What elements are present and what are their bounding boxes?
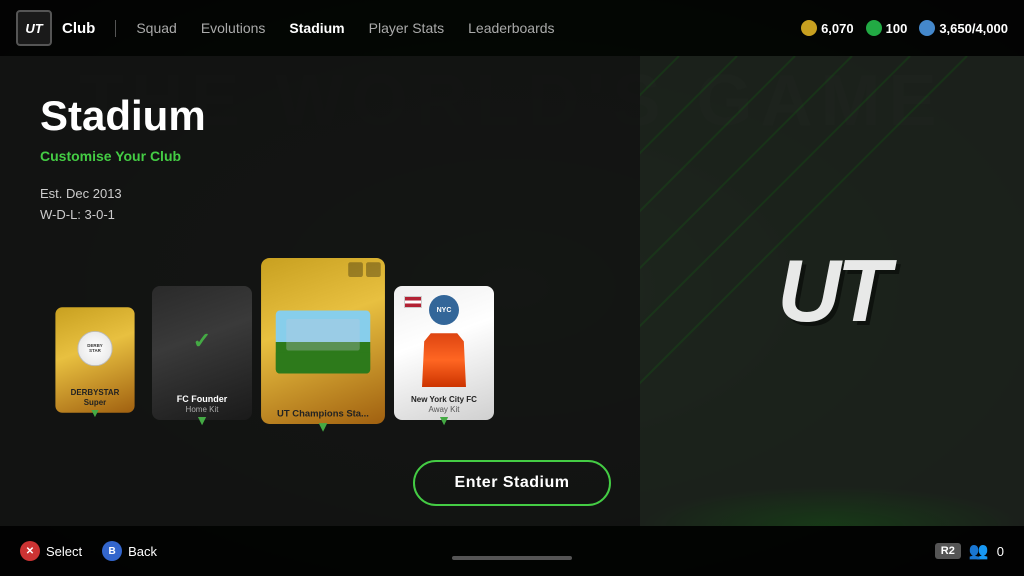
ut-logo-badge: UT (16, 10, 52, 46)
wdl-record: W-D-L: 3-0-1 (40, 205, 600, 226)
coin-icon (801, 20, 817, 36)
green-icon (866, 20, 882, 36)
nav-squad[interactable]: Squad (136, 20, 176, 36)
kit-image (422, 333, 466, 387)
back-button[interactable]: B Back (102, 541, 157, 561)
chevron-icon: ✓ (193, 328, 211, 354)
people-icon: 👥 (969, 541, 989, 561)
logo-text: UT (25, 21, 42, 36)
image-icon (348, 262, 363, 277)
bottom-bar: ✕ Select B Back R2 👥 0 (0, 526, 1024, 576)
card-derbystar[interactable]: DERBYSTAR DERBYSTAR Super ▼ (55, 307, 134, 413)
club-label: Club (62, 20, 116, 37)
card-arrow-icon: ▼ (89, 405, 101, 419)
r2-badge: R2 (935, 543, 961, 559)
nav-leaderboards[interactable]: Leaderboards (468, 20, 554, 36)
enter-stadium-button[interactable]: Enter Stadium (413, 460, 612, 506)
currency-display: 6,070 100 3,650/4,000 (801, 20, 1008, 36)
select-button[interactable]: ✕ Select (20, 541, 82, 561)
cards-row: DERBYSTAR DERBYSTAR Super ▼ ✓ FC Founder (40, 262, 600, 420)
coins-display: 6,070 (801, 20, 854, 36)
blue-value: 3,650/4,000 (939, 21, 1008, 36)
nav-evolutions[interactable]: Evolutions (201, 20, 266, 36)
card-arrow-icon: ▼ (195, 412, 209, 428)
left-panel: Stadium Customise Your Club Est. Dec 201… (0, 56, 640, 526)
derbystar-logo: DERBYSTAR (77, 331, 112, 366)
nav-items: Squad Evolutions Stadium Player Stats Le… (136, 20, 801, 36)
nav-stadium[interactable]: Stadium (289, 20, 344, 36)
top-navigation: UT Club Squad Evolutions Stadium Player … (0, 0, 1024, 56)
nav-player-stats[interactable]: Player Stats (369, 20, 444, 36)
back-label: Back (128, 544, 157, 559)
enter-stadium-container: Enter Stadium (0, 460, 1024, 506)
established-date: Est. Dec 2013 (40, 184, 600, 205)
card-fc-founder[interactable]: ✓ FC Founder Home Kit ▼ (152, 286, 252, 420)
right-panel: UT (640, 56, 1024, 526)
blue-currency-display: 3,650/4,000 (919, 20, 1008, 36)
green-currency-display: 100 (866, 20, 908, 36)
card-derbystar-label: DERBYSTAR Super (61, 388, 130, 407)
bottom-right-controls: R2 👥 0 (935, 541, 1004, 561)
b-button-icon: B (102, 541, 122, 561)
fc-founder-logo: ✓ (184, 323, 220, 359)
green-value: 100 (886, 21, 908, 36)
card-nycfc-label: New York City FC (411, 395, 477, 405)
us-flag-icon (404, 296, 422, 308)
card-arrow-icon: ▼ (316, 417, 331, 434)
customise-subtitle: Customise Your Club (40, 148, 600, 164)
nycfc-logo: NYC (429, 295, 459, 325)
coins-value: 6,070 (821, 21, 854, 36)
card-arrow-icon: ▼ (437, 412, 451, 428)
ut-main-logo: UT (777, 240, 886, 342)
card-founder-label: FC Founder (177, 394, 228, 405)
blue-icon (919, 20, 935, 36)
players-count: 0 (997, 544, 1004, 559)
club-info: Est. Dec 2013 W-D-L: 3-0-1 (40, 184, 600, 226)
x-button-icon: ✕ (20, 541, 40, 561)
scroll-indicator (452, 556, 572, 560)
card-ut-champions[interactable]: UT Champions Sta... ▼ (261, 258, 385, 424)
main-content: Stadium Customise Your Club Est. Dec 201… (0, 56, 1024, 526)
page-title: Stadium (40, 92, 600, 140)
flag-icon (366, 262, 381, 277)
select-label: Select (46, 544, 82, 559)
card-nycfc[interactable]: NYC New York City FC Away Kit ▼ (394, 286, 494, 420)
